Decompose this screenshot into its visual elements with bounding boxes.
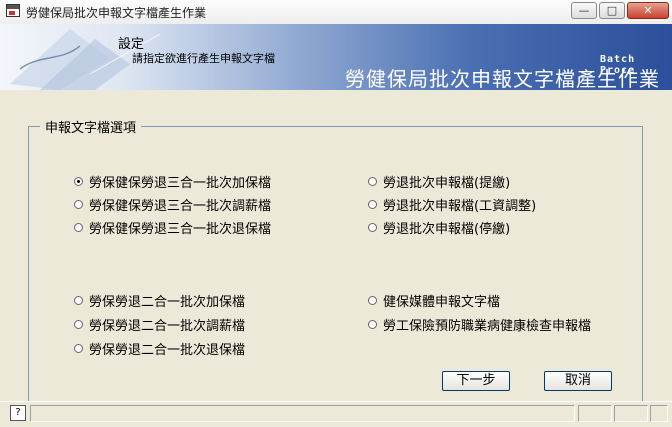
radio-health-media-file[interactable]: 健保媒體申報文字檔 [368,291,500,310]
radio-label: 勞退批次申報檔(停繳) [383,222,511,237]
radio-pension-wage-adjust[interactable]: 勞退批次申報檔(工資調整) [368,195,536,214]
radio-three-in-one-add[interactable]: 勞保健保勞退三合一批次加保檔 [74,172,271,191]
status-pane-main [30,405,575,422]
radio-label: 勞保勞退二合一批次調薪檔 [89,319,246,334]
radio-label: 勞工保險預防職業病健康檢查申報檔 [383,319,592,334]
title-bar[interactable]: 勞健保局批次申報文字檔產生作業 — □ ✕ [0,0,672,25]
radio-indicator[interactable] [368,296,377,305]
help-icon[interactable]: ? [10,405,26,421]
radio-label: 健保媒體申報文字檔 [383,295,501,310]
radio-label: 勞保健保勞退三合一批次調薪檔 [89,199,272,214]
options-legend: 申報文字檔選項 [40,117,142,136]
app-icon [6,4,20,17]
status-pane-3 [614,405,648,422]
status-pane-4 [650,405,668,422]
radio-two-in-one-add[interactable]: 勞保勞退二合一批次加保檔 [74,291,245,310]
radio-indicator[interactable] [74,200,83,209]
banner-subheading: 請指定欲進行產生申報文字檔 [132,52,275,65]
radio-indicator[interactable] [74,177,83,186]
radio-two-in-one-withdraw[interactable]: 勞保勞退二合一批次退保檔 [74,339,245,358]
radio-three-in-one-withdraw[interactable]: 勞保健保勞退三合一批次退保檔 [74,218,271,237]
radio-label: 勞保健保勞退三合一批次退保檔 [89,222,272,237]
window-title: 勞健保局批次申報文字檔產生作業 [26,6,207,20]
radio-three-in-one-salary[interactable]: 勞保健保勞退三合一批次調薪檔 [74,195,271,214]
header-banner: 設定 請指定欲進行產生申報文字檔 Batch Proce 勞健保局批次申報文字檔… [0,24,672,90]
radio-pension-suspend[interactable]: 勞退批次申報檔(停繳) [368,218,510,237]
radio-indicator[interactable] [368,200,377,209]
radio-label: 勞保勞退二合一批次退保檔 [89,343,246,358]
status-pane-2 [578,405,612,422]
radio-label: 勞保勞退二合一批次加保檔 [89,295,246,310]
radio-indicator[interactable] [368,223,377,232]
main-panel: 申報文字檔選項 勞保健保勞退三合一批次加保檔 勞保健保勞退三合一批次調薪檔 勞保… [6,90,665,426]
radio-label: 勞退批次申報檔(工資調整) [383,199,537,214]
close-button[interactable]: ✕ [627,2,669,19]
radio-two-in-one-salary[interactable]: 勞保勞退二合一批次調薪檔 [74,315,245,334]
next-button[interactable]: 下一步 [442,371,510,391]
radio-pension-contribute[interactable]: 勞退批次申報檔(提繳) [368,172,510,191]
radio-label: 勞保健保勞退三合一批次加保檔 [89,176,272,191]
status-bar: ? [0,401,672,427]
radio-indicator[interactable] [74,296,83,305]
minimize-button[interactable]: — [571,2,597,19]
cancel-button[interactable]: 取消 [544,371,612,391]
radio-indicator[interactable] [368,177,377,186]
maximize-button[interactable]: □ [599,2,625,19]
radio-indicator[interactable] [368,320,377,329]
banner-title: 勞健保局批次申報文字檔產生作業 [345,67,660,90]
radio-indicator[interactable] [74,320,83,329]
radio-occupational-health-check[interactable]: 勞工保險預防職業病健康檢查申報檔 [368,315,591,334]
radio-label: 勞退批次申報檔(提繳) [383,176,511,191]
radio-indicator[interactable] [74,223,83,232]
radio-indicator[interactable] [74,344,83,353]
